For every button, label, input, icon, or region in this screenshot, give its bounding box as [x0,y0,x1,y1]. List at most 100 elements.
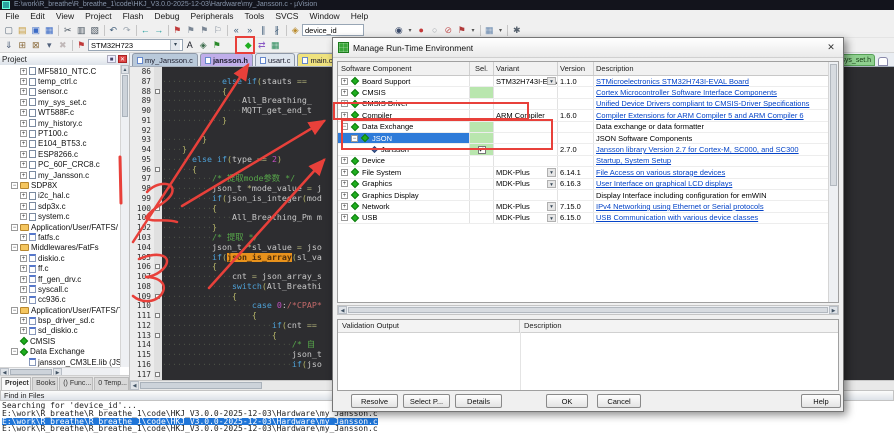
component-name-cell[interactable]: +CMSIS [338,87,470,97]
component-name-cell[interactable]: −Data Exchange [338,122,470,132]
expand-icon[interactable]: + [20,172,27,179]
expand-icon[interactable]: + [341,203,348,210]
tree-item[interactable]: +my_sys_set.c [0,97,120,107]
sel-cell[interactable]: ✓ [470,144,494,154]
menu-project[interactable]: Project [80,10,117,23]
chevron-down-icon[interactable]: ▾ [547,202,556,210]
tree-item[interactable]: +syscall.c [0,284,120,294]
panel-tab-books[interactable]: Books [32,377,58,390]
variant-cell[interactable]: MDK-Plus▾ [494,167,558,177]
component-row-usb[interactable]: +USBMDK-Plus▾6.15.0USB Communication wit… [338,213,838,224]
variant-cell[interactable]: MDK-Plus▾ [494,201,558,211]
close-icon[interactable]: ✕ [118,55,127,63]
open-folder-icon[interactable]: ▤ [16,24,30,36]
component-row-graphics-display[interactable]: +Graphics DisplayDisplay Interface inclu… [338,190,838,201]
component-row-graphics[interactable]: +GraphicsMDK-Plus▾6.16.3User Interface o… [338,179,838,190]
expand-icon[interactable]: + [20,265,27,272]
expand-icon[interactable]: + [20,88,27,95]
batch-build-icon[interactable]: ▾ [43,39,57,51]
sel-cell[interactable] [470,122,494,132]
collapse-icon[interactable]: − [11,307,18,314]
save-icon[interactable]: ▣ [29,24,43,36]
tree-item[interactable]: +my_Jansson.c [0,170,120,180]
collapse-icon[interactable]: − [11,348,18,355]
variant-cell[interactable] [494,122,558,132]
debug-watch-icon[interactable]: ◉ [392,24,406,36]
tree-item[interactable]: +my_history.c [0,118,120,128]
dialog-titlebar[interactable]: Manage Run-Time Environment ✕ [333,38,843,58]
menu-flash[interactable]: Flash [117,10,149,23]
tree-item[interactable]: +ESP8266.c [0,149,120,159]
find-result-line[interactable]: E:\work\R_breathe\R_breathe_1\code\HKJ_V… [2,425,894,433]
scrollbar-thumb[interactable] [122,75,128,117]
tree-item[interactable]: +ff.c [0,263,120,273]
configure-tools-icon[interactable]: ✱ [510,24,524,36]
books-icon[interactable]: ▦ [269,39,283,51]
tree-item[interactable]: +PT100.c [0,128,120,138]
menu-tools[interactable]: Tools [239,10,270,23]
build-icon[interactable]: ⊞ [16,39,30,51]
fold-marker-icon[interactable] [155,313,160,318]
description-text-link[interactable]: User Interface on graphical LCD displays [596,179,732,188]
description-text-link[interactable]: Startup, System Setup [596,156,671,165]
sel-cell[interactable] [470,167,494,177]
navigate-back-icon[interactable]: ← [139,24,153,36]
chevron-down-icon[interactable]: ▾ [496,27,505,34]
expand-icon[interactable]: + [20,140,27,147]
collapse-icon[interactable]: − [11,244,18,251]
component-name-cell[interactable]: +File System [338,167,470,177]
variant-cell[interactable]: MDK-Plus▾ [494,179,558,189]
panel-tab-func[interactable]: () Func... [59,377,93,390]
component-row-jansson[interactable]: Jansson✓2.7.0Jansson library Version 2.7… [338,144,838,155]
bookmark-clear-icon[interactable]: ⚐ [211,24,225,36]
find-in-files-icon[interactable]: ◈ [289,24,303,36]
target-options-icon[interactable]: A [183,39,197,51]
description-text-link[interactable]: Compiler Extensions for ARM Compiler 5 a… [596,111,804,120]
description-text-link[interactable]: USB Communication with various device cl… [596,213,758,222]
collapse-icon[interactable]: − [351,135,358,142]
debug-session-icon[interactable]: ◈ [197,39,211,51]
scroll-right-icon[interactable]: ▶ [829,306,838,314]
scrollbar-thumb[interactable] [140,382,262,389]
tree-item[interactable]: +temp_ctrl.c [0,76,120,86]
table-vertical-scrollbar[interactable] [828,62,838,302]
paste-icon[interactable]: ▧ [88,24,102,36]
download-flash-icon[interactable]: ⚑ [75,39,89,51]
bookmark-next-icon[interactable]: ⚑ [198,24,212,36]
tree-item[interactable]: jansson_CM3LE.lib (JS [0,357,120,367]
component-row-cmsis[interactable]: +CMSISCortex Microcontroller Software In… [338,87,838,98]
variant-cell[interactable] [494,99,558,109]
tree-item[interactable]: CMSIS [0,336,120,346]
ok-button[interactable]: OK [546,394,588,408]
component-name-cell[interactable]: +Graphics [338,179,470,189]
collapse-icon[interactable]: − [341,123,348,130]
tree-item[interactable]: +diskio.c [0,253,120,263]
sel-cell[interactable] [470,99,494,109]
menu-peripherals[interactable]: Peripherals [185,10,239,23]
component-row-file-system[interactable]: +File SystemMDK-Plus▾6.14.1File Access o… [338,167,838,178]
sel-cell[interactable] [470,190,494,200]
uncomment-icon[interactable]: ∦ [270,24,284,36]
menu-view[interactable]: View [50,10,79,23]
sel-cell[interactable] [470,156,494,166]
tree-item[interactable]: +WT588F.c [0,108,120,118]
tree-item[interactable]: +PC_60F_CRC8.c [0,160,120,170]
expand-icon[interactable]: + [20,255,27,262]
expand-icon[interactable]: + [341,89,348,96]
checkbox-checked[interactable]: ✓ [478,146,486,154]
description-text-link[interactable]: File Access on various storage devices [596,168,725,177]
fold-marker-icon[interactable] [155,264,160,269]
sel-cell[interactable] [470,133,494,143]
resolve-button[interactable]: Resolve [351,394,398,408]
sel-cell[interactable] [470,179,494,189]
project-tree[interactable]: +MF5810_NTC.C+temp_ctrl.c+sensor.c+my_sy… [0,65,120,367]
tree-item[interactable]: +E104_BT53.c [0,139,120,149]
sel-cell[interactable] [470,76,494,86]
flag-icon-icon[interactable]: ⚑ [210,39,224,51]
expand-icon[interactable]: + [20,192,27,199]
software-component-table[interactable]: Software ComponentSel.VariantVersionDesc… [337,61,839,303]
expand-icon[interactable]: + [341,78,348,85]
manage-run-time-environment-icon[interactable]: ◆ [242,39,256,51]
cut-icon[interactable]: ✂ [61,24,75,36]
expand-icon[interactable]: + [20,317,27,324]
